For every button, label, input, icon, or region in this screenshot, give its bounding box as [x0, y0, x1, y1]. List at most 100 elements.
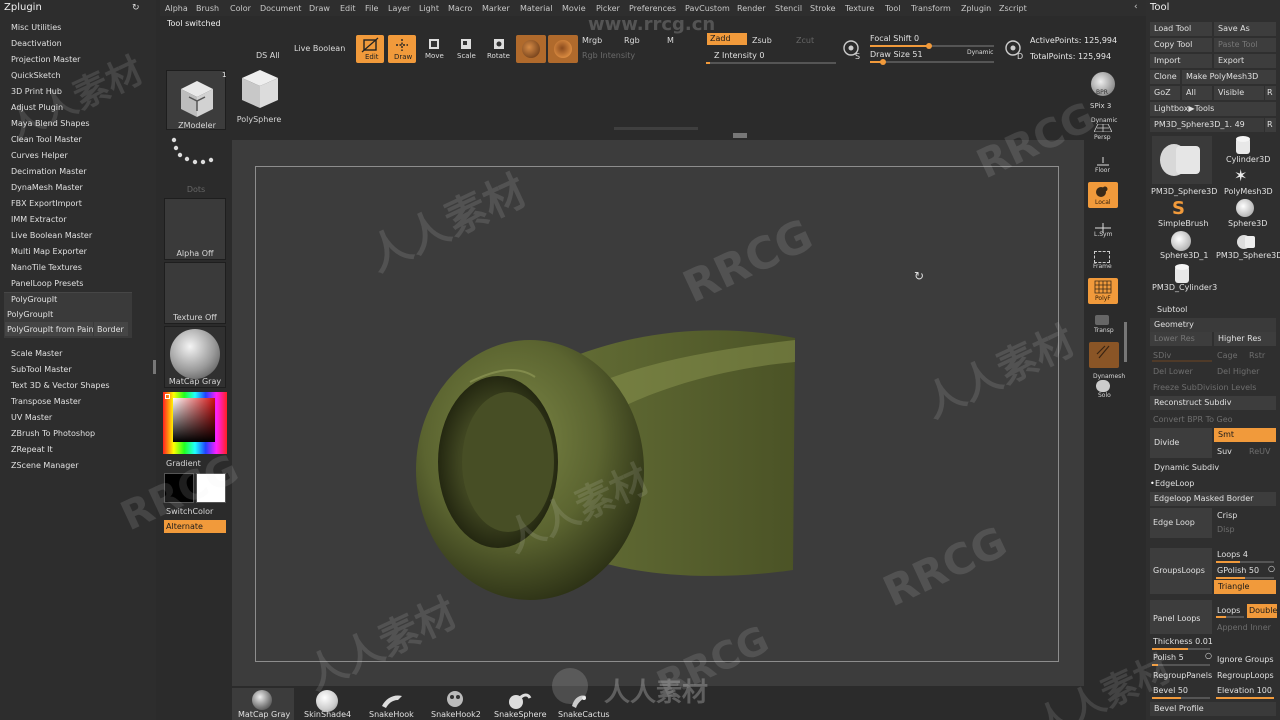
groups-loops-button[interactable]: GroupsLoops	[1150, 548, 1212, 594]
snakesphere-icon[interactable]	[506, 690, 532, 710]
zplugin-item[interactable]: ZBrush To Photoshop	[11, 429, 95, 438]
thickness-slider[interactable]: Thickness 0.01	[1153, 637, 1213, 646]
zplugin-item[interactable]: Scale Master	[11, 349, 62, 358]
reconstruct-subdiv-button[interactable]: Reconstruct Subdiv	[1150, 396, 1276, 410]
menu-edit[interactable]: Edit	[340, 4, 356, 13]
cage-button[interactable]: Cage	[1217, 351, 1238, 360]
dots-stroke-thumb[interactable]	[166, 134, 226, 192]
disp-toggle[interactable]: Disp	[1217, 525, 1235, 534]
tool-thumb-label[interactable]: PM3D_Sphere3D	[1151, 187, 1217, 196]
r-button[interactable]: R	[1265, 86, 1276, 100]
polygroupit-button[interactable]: PolyGroupIt	[11, 295, 57, 304]
menu-brush[interactable]: Brush	[196, 4, 219, 13]
zplugin-item[interactable]: Live Boolean Master	[11, 231, 92, 240]
brush-label[interactable]: SnakeSphere	[494, 710, 547, 719]
menu-alpha[interactable]: Alpha	[165, 4, 188, 13]
tool-thumb-label[interactable]: Cylinder3D	[1226, 155, 1270, 164]
move-button[interactable]: Move	[422, 35, 446, 63]
brush-label[interactable]: SkinShade4	[304, 710, 351, 719]
append-inner-toggle[interactable]: Append Inner	[1217, 623, 1271, 632]
make-polymesh-button[interactable]: Make PolyMesh3D	[1182, 70, 1276, 84]
subtool-header[interactable]: Subtool	[1157, 305, 1187, 314]
menu-picker[interactable]: Picker	[596, 4, 620, 13]
export-button[interactable]: Export	[1214, 54, 1276, 68]
material-mode-button[interactable]	[516, 35, 546, 63]
zplugin-item[interactable]: Deactivation	[11, 39, 62, 48]
menu-movie[interactable]: Movie	[562, 4, 586, 13]
del-lower-button[interactable]: Del Lower	[1153, 367, 1193, 376]
z-intensity-track[interactable]	[706, 62, 836, 64]
sphere3d-1-icon[interactable]	[1171, 231, 1191, 251]
menu-stroke[interactable]: Stroke	[810, 4, 836, 13]
menu-zplugin[interactable]: Zplugin	[961, 4, 991, 13]
draw-size-track[interactable]	[870, 59, 994, 65]
edge-loop-button[interactable]: Edge Loop	[1150, 508, 1212, 538]
local-button[interactable]: Local	[1088, 182, 1118, 208]
menu-light[interactable]: Light	[419, 4, 439, 13]
higher-res-button[interactable]: Higher Res	[1214, 332, 1276, 346]
current-tool-slider[interactable]: PM3D_Sphere3D_1. 49	[1150, 118, 1264, 132]
zplugin-item[interactable]: SubTool Master	[11, 365, 72, 374]
menu-pavcustom[interactable]: PavCustom	[685, 4, 730, 13]
tool-thumb-label[interactable]: PolyMesh3D	[1224, 187, 1273, 196]
polyf-button[interactable]: PolyF	[1088, 278, 1118, 304]
right-panel-scroll[interactable]	[1124, 322, 1127, 362]
sphere3d-icon[interactable]	[1236, 199, 1254, 217]
polish-curve-icon[interactable]: ○	[1205, 651, 1212, 660]
snakehook2-icon[interactable]	[442, 688, 468, 710]
clone-button[interactable]: Clone	[1150, 70, 1180, 84]
zplugin-item[interactable]: Transpose Master	[11, 397, 81, 406]
sdiv-track[interactable]	[1152, 360, 1212, 362]
pm3d-sphere3d-icon[interactable]	[1236, 232, 1256, 250]
menu-texture[interactable]: Texture	[845, 4, 874, 13]
spix-slider[interactable]: SPix 3	[1090, 102, 1111, 110]
tool-thumb-pm3d-sphere[interactable]	[1152, 136, 1212, 184]
menu-preferences[interactable]: Preferences	[629, 4, 676, 13]
zcut-button[interactable]: Zcut	[796, 36, 814, 45]
suv-toggle[interactable]: Suv	[1217, 447, 1232, 456]
zplugin-item[interactable]: Curves Helper	[11, 151, 68, 160]
draw-button[interactable]: Draw	[388, 35, 416, 63]
menu-stencil[interactable]: Stencil	[775, 4, 802, 13]
save-as-button[interactable]: Save As	[1214, 22, 1276, 36]
canvas-scroll-handle[interactable]	[733, 133, 747, 138]
focal-shift-slider[interactable]: Focal Shift 0	[870, 34, 919, 43]
menu-draw[interactable]: Draw	[309, 4, 330, 13]
all-button[interactable]: All	[1182, 86, 1212, 100]
regroup-loops-toggle[interactable]: RegroupLoops	[1217, 671, 1274, 680]
freeze-subdiv-button[interactable]: Freeze SubDivision Levels	[1153, 383, 1256, 392]
sdiv-slider[interactable]: SDiv	[1153, 351, 1171, 360]
ds-all-button[interactable]: DS All	[256, 51, 280, 60]
m-button[interactable]: M	[667, 36, 674, 45]
bevel-profile-button[interactable]: Bevel Profile	[1150, 702, 1276, 716]
tool-thumb-label[interactable]: Sphere3D_1	[1160, 251, 1209, 260]
gpolish-slider[interactable]: GPolish 50	[1217, 566, 1259, 575]
elevation-slider[interactable]: Elevation 100	[1217, 686, 1272, 695]
edgeloop-masked-border-button[interactable]: Edgeloop Masked Border	[1150, 492, 1276, 506]
rgb-intensity-slider[interactable]: Rgb Intensity	[582, 51, 635, 60]
loops-toggle[interactable]: Loops	[1217, 606, 1240, 615]
floor-icon[interactable]	[1094, 157, 1112, 167]
dynamic-size-button[interactable]: Dynamic	[967, 49, 993, 56]
simplebrush-icon[interactable]: S	[1172, 198, 1185, 219]
double-toggle[interactable]: Double	[1247, 604, 1277, 618]
menu-color[interactable]: Color	[230, 4, 251, 13]
alternate-button[interactable]: Alternate	[164, 520, 226, 533]
loops-track[interactable]	[1216, 561, 1274, 563]
brush-alpha-button[interactable]	[548, 35, 578, 63]
lower-res-button[interactable]: Lower Res	[1150, 332, 1212, 346]
gpolish-track[interactable]	[1216, 577, 1274, 579]
edgeloop-header[interactable]: EdgeLoop	[1155, 479, 1194, 488]
zplugin-item[interactable]: IMM Extractor	[11, 215, 67, 224]
zplugin-item[interactable]: DynaMesh Master	[11, 183, 83, 192]
transp-icon[interactable]	[1095, 315, 1109, 325]
brush-label[interactable]: SnakeHook	[369, 710, 414, 719]
loops-slider[interactable]: Loops 4	[1217, 550, 1248, 559]
convert-bpr-button[interactable]: Convert BPR To Geo	[1153, 415, 1233, 424]
color-picker-square[interactable]	[173, 398, 215, 442]
geometry-header[interactable]: Geometry	[1150, 318, 1276, 332]
menu-macro[interactable]: Macro	[448, 4, 472, 13]
menu-layer[interactable]: Layer	[388, 4, 410, 13]
zplugin-item[interactable]: Text 3D & Vector Shapes	[11, 381, 110, 390]
tool-thumb-label[interactable]: PM3D_Cylinder3	[1152, 283, 1217, 292]
